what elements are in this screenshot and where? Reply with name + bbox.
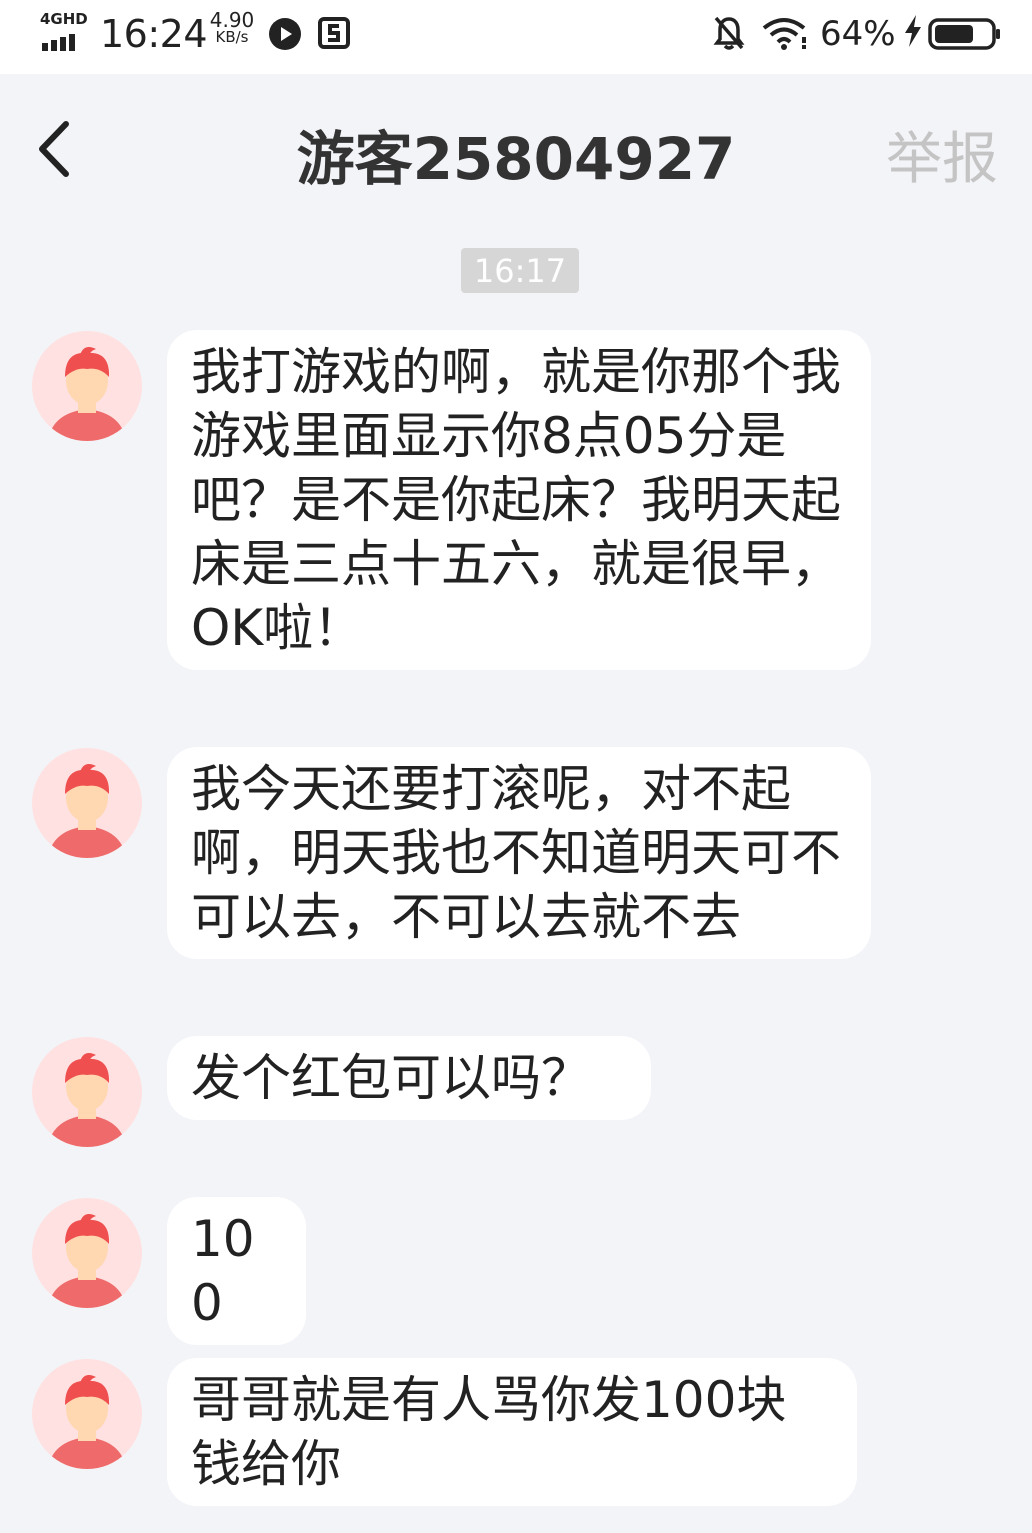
avatar[interactable] bbox=[32, 1037, 142, 1147]
app-notification-icon bbox=[268, 17, 302, 55]
chat-header: 游客25804927 举报 bbox=[0, 74, 1032, 224]
user-avatar-icon bbox=[48, 1053, 126, 1147]
network-speed-value: 4.90 bbox=[209, 8, 255, 32]
mute-bell-icon bbox=[712, 15, 746, 55]
report-button[interactable]: 举报 bbox=[886, 114, 998, 195]
page-title: 游客25804927 bbox=[296, 125, 736, 193]
user-avatar-icon bbox=[48, 1214, 126, 1308]
avatar[interactable] bbox=[32, 1359, 142, 1469]
status-time: 16:24 bbox=[100, 12, 208, 56]
message-bubble[interactable]: 我今天还要打滚呢，对不起啊，明天我也不知道明天可不可以去，不可以去就不去 bbox=[167, 747, 871, 959]
user-avatar-icon bbox=[48, 764, 126, 858]
wifi-icon bbox=[762, 17, 810, 55]
avatar[interactable] bbox=[32, 748, 142, 858]
signal-icon: 4GHD bbox=[40, 10, 88, 51]
message-bubble[interactable]: 发个红包可以吗？ bbox=[167, 1036, 651, 1120]
message-bubble[interactable]: 我打游戏的啊，就是你那个我游戏里面显示你8点05分是吧？是不是你起床？我明天起床… bbox=[167, 330, 871, 670]
battery-percent: 64% bbox=[820, 14, 896, 54]
message-bubble[interactable]: 100 bbox=[167, 1197, 306, 1345]
message-bubble[interactable]: 哥哥就是有人骂你发100块钱给你 bbox=[167, 1358, 857, 1506]
network-speed: 4.90 KB/s bbox=[207, 8, 257, 46]
battery-icon bbox=[928, 18, 1002, 54]
avatar[interactable] bbox=[32, 1198, 142, 1308]
message-timestamp: 16:17 bbox=[461, 248, 579, 293]
user-avatar-icon bbox=[48, 347, 126, 441]
network-type: 4GHD bbox=[40, 10, 88, 28]
charging-icon bbox=[902, 14, 924, 52]
status-bar: 4GHD 16:24 4.90 KB/s 64% bbox=[0, 0, 1032, 74]
user-avatar-icon bbox=[48, 1375, 126, 1469]
app-s-icon bbox=[318, 17, 350, 53]
avatar[interactable] bbox=[32, 331, 142, 441]
